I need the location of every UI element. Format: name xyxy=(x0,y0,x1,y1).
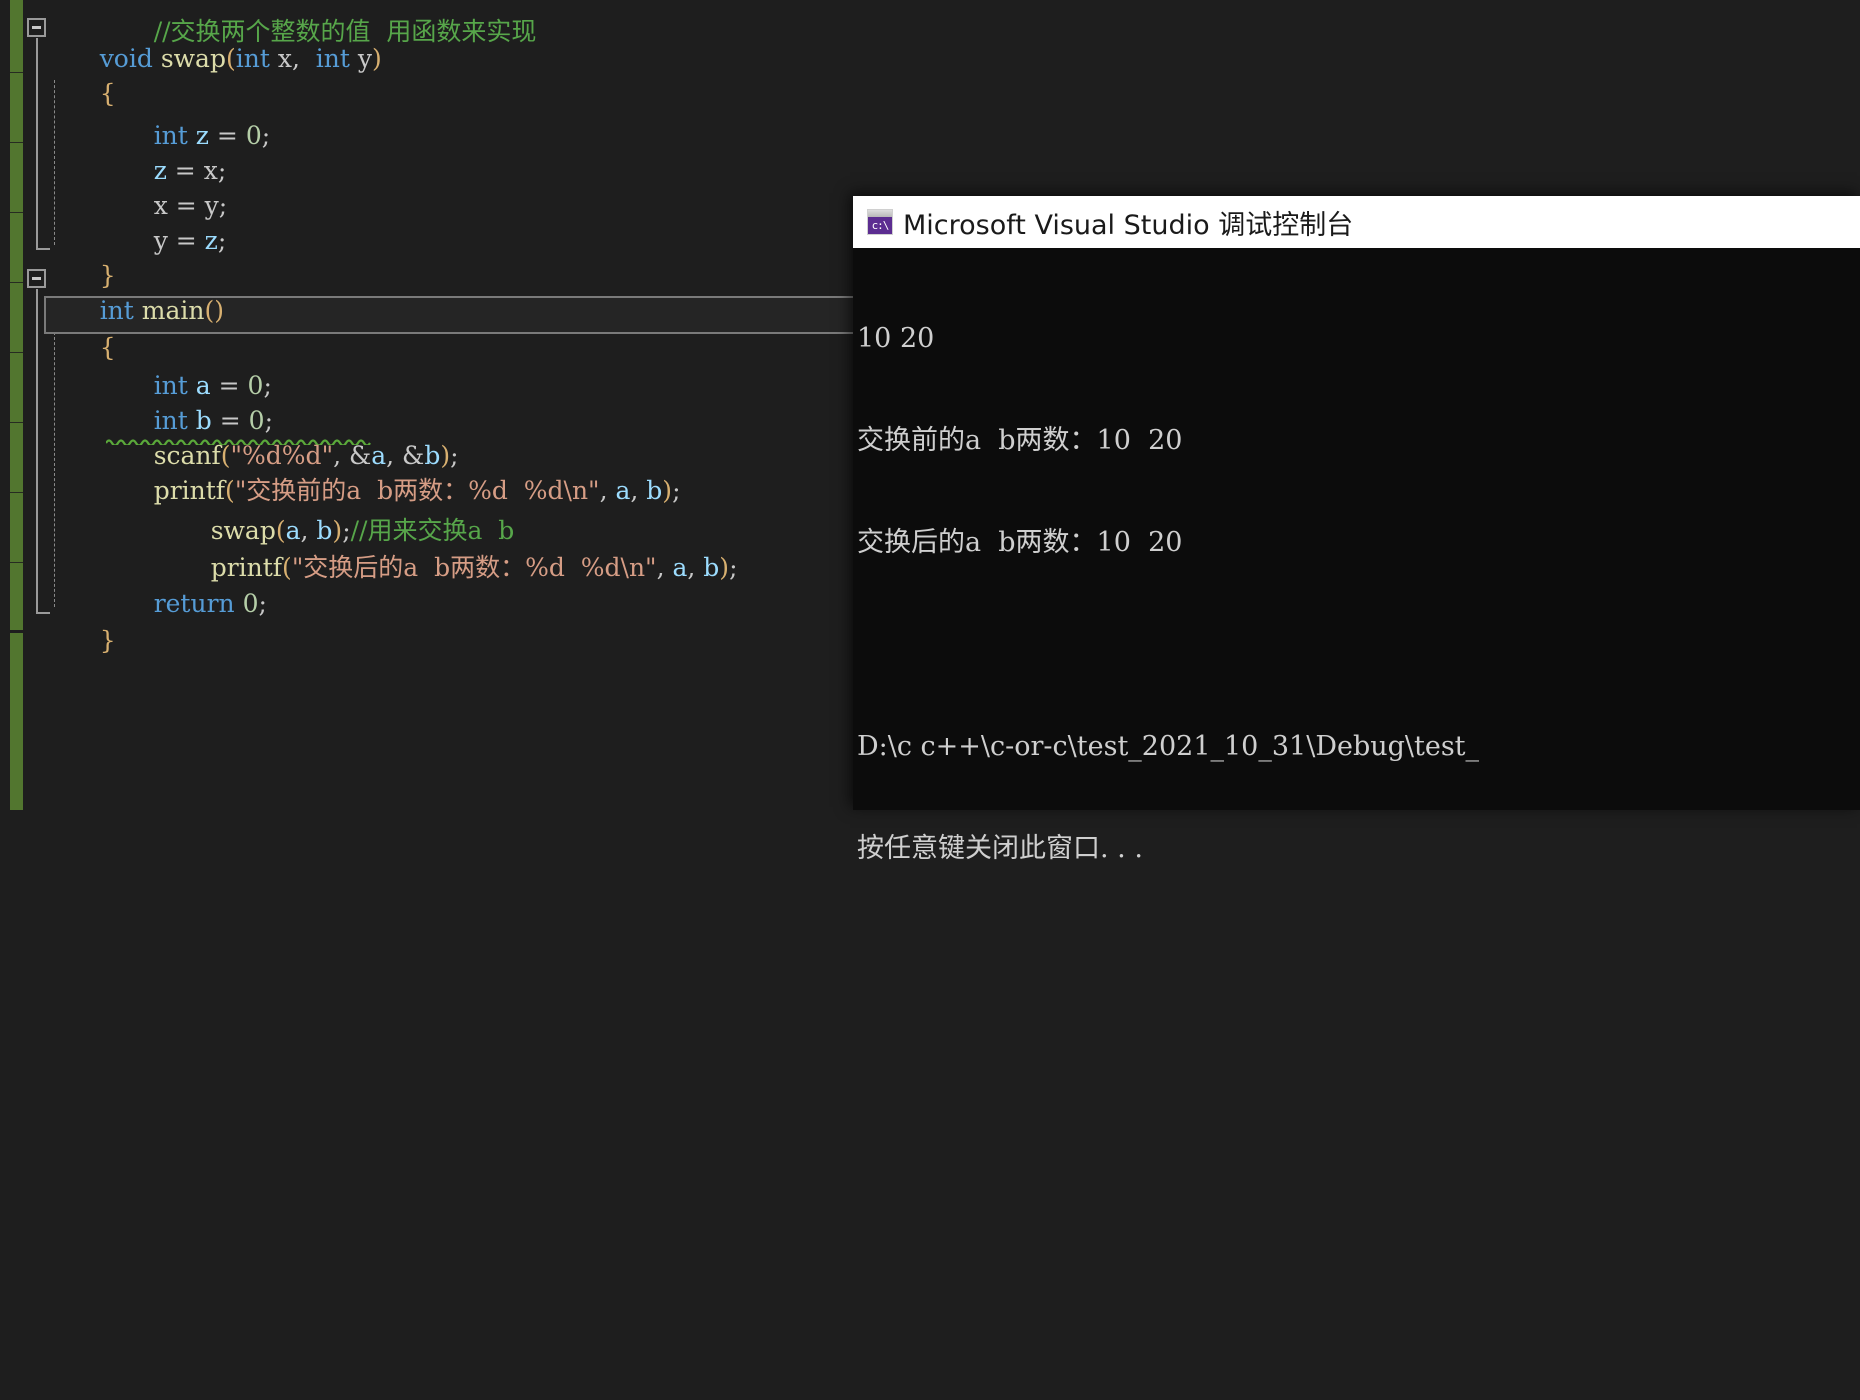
console-icon-titlebar-stripe xyxy=(868,210,892,217)
console-titlebar[interactable]: c:\ Microsoft Visual Studio 调试控制台 xyxy=(853,196,1860,248)
console-icon-prompt-glyph: c:\ xyxy=(871,219,890,232)
console-output: 10 20 交换前的a b两数：10 20 交换后的a b两数：10 20 D:… xyxy=(853,248,1860,934)
token-brace-close: } xyxy=(99,626,116,655)
code-line-z-assign-x[interactable]: z = x; xyxy=(106,118,1860,185)
code-line-swap-open-brace[interactable]: { xyxy=(52,41,1860,108)
console-window-title: Microsoft Visual Studio 调试控制台 xyxy=(903,209,1354,241)
console-output-line: 交换后的a b两数：10 20 xyxy=(857,527,1183,558)
console-output-line: 10 20 xyxy=(857,323,935,354)
console-output-line-path: D:\c c++\c-or-c\test_2021_10_31\Debug\te… xyxy=(857,731,1480,762)
code-line-x-assign-y[interactable]: x = y; xyxy=(106,153,1860,220)
console-output-line-prompt: 按任意键关闭此窗口. . . xyxy=(857,833,1143,864)
console-app-icon: c:\ xyxy=(867,209,893,235)
code-line-swap-signature[interactable]: void swap(int x, int y) xyxy=(52,6,1860,73)
debug-console-window[interactable]: c:\ Microsoft Visual Studio 调试控制台 10 20 … xyxy=(853,196,1860,864)
code-line-decl-z[interactable]: int z = 0; xyxy=(106,83,1860,150)
console-output-line: 交换前的a b两数：10 20 xyxy=(857,425,1183,456)
console-output-blank-line xyxy=(857,628,1860,662)
